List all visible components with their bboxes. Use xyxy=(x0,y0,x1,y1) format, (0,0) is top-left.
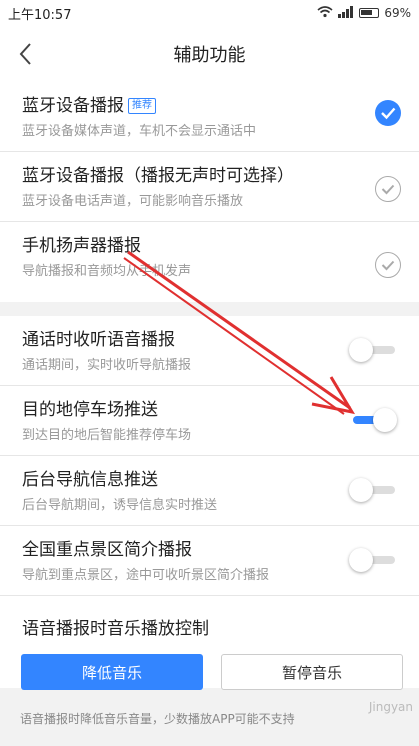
option-title: 手机扬声器播报 xyxy=(22,236,141,256)
toggle-title: 全国重点景区简介播报 xyxy=(22,540,192,560)
option-title: 蓝牙设备播报 推荐 xyxy=(22,91,156,116)
toggle-title: 后台导航信息推送 xyxy=(22,470,158,490)
parking-push-toggle[interactable] xyxy=(349,406,397,434)
recommended-badge: 推荐 xyxy=(128,98,156,114)
toggle-description: 导航到重点景区，途中可收听景区简介播报 xyxy=(22,568,270,583)
checkmark-unselected-icon[interactable] xyxy=(375,252,401,278)
status-time: 上午10:57 xyxy=(8,7,72,23)
option-description: 蓝牙设备电话声道，可能影响音乐播放 xyxy=(22,194,244,209)
page-title: 辅助功能 xyxy=(173,45,246,66)
broadcast-channel-group: 蓝牙设备播报 推荐 蓝牙设备媒体声道，车机不会显示通话中 蓝牙设备播报（播报无声时… xyxy=(0,82,419,302)
pause-music-button[interactable]: 暂停音乐 xyxy=(221,654,403,690)
checkmark-unselected-icon[interactable] xyxy=(375,176,401,202)
toggle-description: 通话期间，实时收听导航播报 xyxy=(22,358,192,373)
battery-level: 69% xyxy=(384,6,411,20)
broadcast-option-phone-speaker[interactable]: 手机扬声器播报 导航播报和音频均从手机发声 xyxy=(0,222,419,292)
toggle-row-scenic-intro: 全国重点景区简介播报 导航到重点景区，途中可收听景区简介播报 xyxy=(0,526,419,596)
toggle-title: 目的地停车场推送 xyxy=(22,400,158,420)
status-icons: 69% xyxy=(317,5,411,21)
checkmark-selected-icon[interactable] xyxy=(375,100,401,126)
lower-music-button[interactable]: 降低音乐 xyxy=(21,654,203,690)
music-control-title: 语音播报时音乐播放控制 xyxy=(22,619,209,639)
settings-toggle-group: 通话时收听语音播报 通话期间，实时收听导航播报 目的地停车场推送 到达目的地后智… xyxy=(0,316,419,690)
back-arrow-icon[interactable] xyxy=(14,40,38,68)
signal-icon xyxy=(338,5,354,21)
toggle-row-parking-push: 目的地停车场推送 到达目的地后智能推荐停车场 xyxy=(0,386,419,456)
toggle-description: 后台导航期间，诱导信息实时推送 xyxy=(22,498,218,513)
battery-icon xyxy=(359,8,380,18)
toggle-row-background-nav: 后台导航信息推送 后台导航期间，诱导信息实时推送 xyxy=(0,456,419,526)
call-broadcast-toggle[interactable] xyxy=(349,336,397,364)
option-description: 蓝牙设备媒体声道，车机不会显示通话中 xyxy=(22,124,257,139)
status-bar: 上午10:57 69% xyxy=(0,0,419,26)
broadcast-option-bluetooth-phone[interactable]: 蓝牙设备播报（播报无声时可选择） 蓝牙设备电话声道，可能影响音乐播放 xyxy=(0,152,419,222)
toggle-row-call-broadcast: 通话时收听语音播报 通话期间，实时收听导航播报 xyxy=(0,316,419,386)
broadcast-option-bluetooth-media[interactable]: 蓝牙设备播报 推荐 蓝牙设备媒体声道，车机不会显示通话中 xyxy=(0,82,419,152)
option-description: 导航播报和音频均从手机发声 xyxy=(22,264,192,279)
option-title: 蓝牙设备播报（播报无声时可选择） xyxy=(22,166,294,186)
scenic-intro-toggle[interactable] xyxy=(349,546,397,574)
toggle-description: 到达目的地后智能推荐停车场 xyxy=(22,428,192,443)
music-control-note: 语音播报时降低音乐音量，少数播放APP可能不支持 xyxy=(20,712,295,726)
nav-bar: 辅助功能 xyxy=(0,26,419,82)
wifi-icon xyxy=(317,5,333,21)
toggle-title: 通话时收听语音播报 xyxy=(22,330,175,350)
background-nav-toggle[interactable] xyxy=(349,476,397,504)
watermark-logo: Jingyan xyxy=(368,700,413,714)
